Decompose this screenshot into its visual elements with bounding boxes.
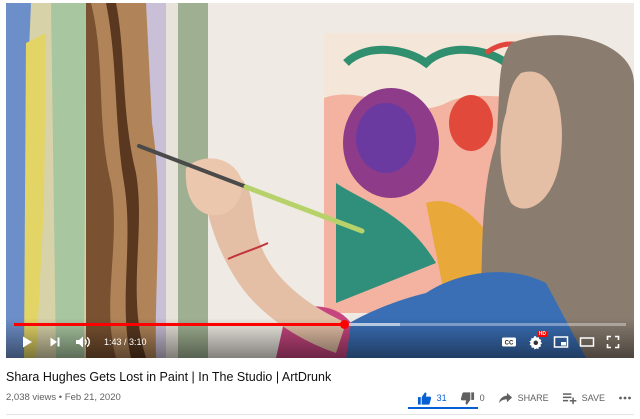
player-controls: 1:43 / 3:10 CC HD (6, 318, 634, 358)
dislike-count: 0 (479, 393, 485, 403)
subtitles-button[interactable]: CC (498, 331, 520, 353)
next-icon (50, 337, 60, 347)
hd-badge: HD (537, 331, 547, 337)
progress-bar[interactable] (14, 320, 626, 329)
share-icon (498, 392, 512, 404)
fullscreen-button[interactable] (602, 331, 624, 353)
save-button[interactable]: SAVE (562, 391, 605, 405)
video-meta: 2,038 views • Feb 21, 2020 (6, 392, 121, 403)
progress-played (14, 323, 345, 326)
video-frame (6, 3, 634, 358)
like-button[interactable]: 31 (417, 391, 447, 406)
divider (6, 414, 634, 415)
play-icon (23, 336, 32, 348)
current-time: 1:43 (104, 337, 122, 347)
like-dislike-ratio-bar (408, 407, 478, 409)
save-label: SAVE (581, 393, 605, 403)
playlist-add-icon (562, 393, 576, 405)
more-actions-button[interactable] (618, 391, 632, 405)
more-horizontal-icon (619, 396, 631, 400)
theater-icon (579, 337, 595, 347)
subtitles-icon: CC (502, 337, 516, 347)
volume-icon (76, 336, 90, 348)
settings-button[interactable]: HD (524, 331, 547, 353)
view-count: 2,038 views (6, 392, 57, 403)
upload-date: Feb 21, 2020 (64, 392, 121, 403)
mute-button[interactable] (72, 331, 94, 353)
meta-dot: • (56, 392, 65, 403)
video-title: Shara Hughes Gets Lost in Paint | In The… (6, 370, 332, 384)
video-player[interactable]: 1:43 / 3:10 CC HD (6, 3, 634, 358)
share-button[interactable]: SHARE (498, 391, 549, 405)
thumbs-down-icon (460, 391, 474, 405)
svg-text:CC: CC (505, 341, 514, 347)
miniplayer-icon (553, 336, 569, 348)
fullscreen-icon (606, 335, 620, 349)
like-count: 31 (436, 393, 447, 403)
time-display: 1:43 / 3:10 (104, 337, 147, 347)
theater-mode-button[interactable] (576, 331, 598, 353)
like-ratio-fill (408, 407, 478, 409)
play-button[interactable] (16, 331, 38, 353)
next-button[interactable] (44, 331, 66, 353)
time-separator: / (121, 337, 130, 347)
progress-scrubber-handle[interactable] (340, 320, 350, 329)
video-actions: 31 0 SHARE SAVE (417, 388, 632, 408)
duration: 3:10 (129, 337, 147, 347)
dislike-button[interactable]: 0 (460, 391, 485, 406)
share-label: SHARE (517, 393, 549, 403)
thumbs-up-icon (417, 391, 431, 405)
miniplayer-button[interactable] (550, 331, 572, 353)
